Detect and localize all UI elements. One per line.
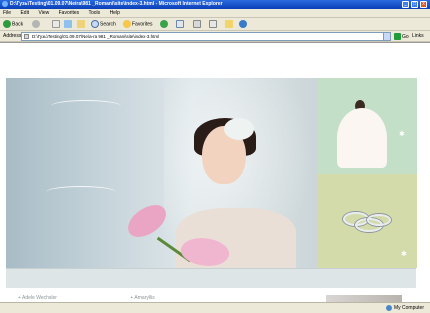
window-title: D:\Гузь\Testing\01.09.07\Neira\981 _Roma… [10,1,223,7]
status-bar: My Computer [0,302,430,312]
maximize-button[interactable]: □ [411,1,418,8]
sparkle-icon: ✱ [399,131,405,138]
print-icon[interactable] [193,20,201,28]
menu-bar: File Edit View Favorites Tools Help [0,9,430,18]
hero-image [6,78,317,272]
footer-link[interactable]: + Adele Wechsler [18,295,93,301]
computer-icon [385,304,392,311]
address-input[interactable]: D:\Гузь\Testing\01.09.07\Ne\a-ra 981 _Ro… [21,32,391,41]
back-arrow-icon [3,20,11,28]
close-button[interactable]: x [420,1,427,8]
go-arrow-icon [394,33,401,40]
minimize-button[interactable]: _ [402,1,409,8]
address-value: D:\Гузь\Testing\01.09.07\Ne\a-ra 981 _Ro… [32,34,160,39]
links-button[interactable]: Links [412,33,424,40]
star-icon [123,20,131,28]
thumbnail-strip [326,295,402,302]
side-image-bride: ✱ [317,78,417,174]
stop-icon[interactable] [52,20,60,28]
side-image-rings: ✱ [317,174,417,268]
sparkle-icon: ✱ [401,251,407,258]
address-bar: Address D:\Гузь\Testing\01.09.07\Ne\a-ra… [0,31,430,42]
forward-button[interactable] [32,20,41,29]
history-icon[interactable] [160,20,168,28]
menu-help[interactable]: Help [110,10,120,16]
messenger-icon[interactable] [239,20,247,28]
back-button[interactable]: Back [3,20,23,29]
chevron-down-icon[interactable] [383,33,390,40]
folder-icon[interactable] [225,20,233,28]
menu-favorites[interactable]: Favorites [59,10,80,16]
footer-links: + Adele Wechsler + Amaryllis [18,295,227,301]
address-label: Address [3,33,22,39]
browser-window: D:\Гузь\Testing\01.09.07\Neira\981 _Roma… [0,0,430,312]
favorites-button[interactable]: Favorites [123,20,153,29]
page-icon [24,34,29,39]
page-content: ✱ ✱ + Adele Wechsler + Amaryllis [0,42,430,302]
ornament-top [51,100,121,112]
footer-link[interactable]: + Amaryllis [130,295,190,301]
forward-arrow-icon [32,20,40,28]
menu-file[interactable]: File [3,10,11,16]
menu-tools[interactable]: Tools [88,10,100,16]
menu-view[interactable]: View [38,10,49,16]
ornament-bottom [46,186,116,198]
ring-icon [367,214,391,226]
ie-logo-icon [2,0,8,7]
refresh-icon[interactable] [64,20,72,28]
hair-flower [224,118,254,140]
title-bar: D:\Гузь\Testing\01.09.07\Neira\981 _Roma… [0,0,430,9]
search-icon [91,20,99,28]
go-button[interactable]: Go [394,33,409,41]
nav-strip [6,268,416,288]
bride-gown [337,108,387,168]
edit-icon[interactable] [209,20,217,28]
search-button[interactable]: Search [91,20,116,29]
home-icon[interactable] [77,20,85,28]
mail-icon[interactable] [176,20,184,28]
menu-edit[interactable]: Edit [20,10,29,16]
toolbar: Back Search Favorites [0,18,430,31]
